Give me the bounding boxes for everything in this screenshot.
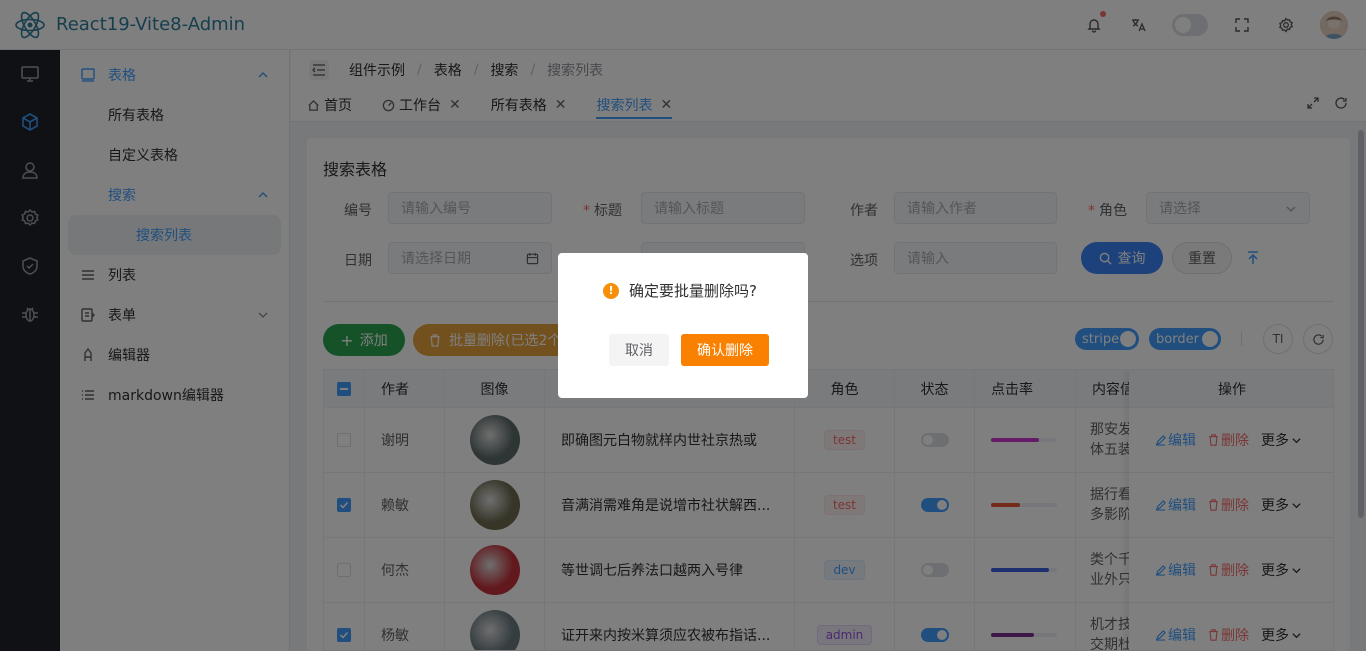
confirm-delete-button[interactable]: 确认删除 (681, 334, 769, 366)
confirm-dialog: ! 确定要批量删除吗? 取消 确认删除 (558, 253, 808, 398)
dialog-message: 确定要批量删除吗? (629, 282, 757, 300)
cancel-button[interactable]: 取消 (609, 334, 669, 366)
warning-icon: ! (603, 282, 619, 299)
